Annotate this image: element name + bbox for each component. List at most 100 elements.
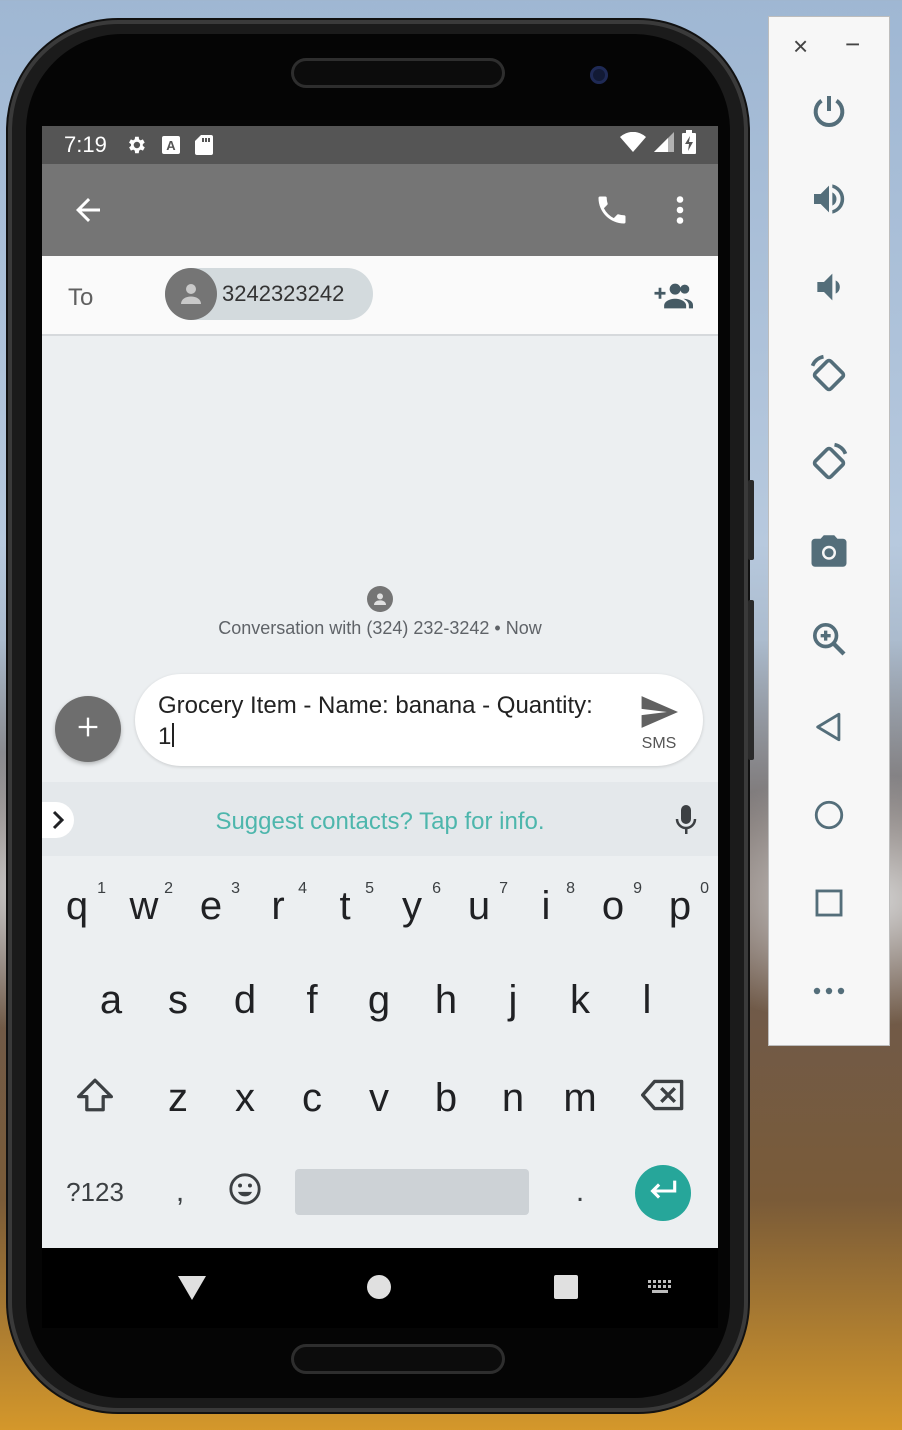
key-x[interactable]: x [212,1058,278,1138]
minimize-icon[interactable]: − [845,31,860,57]
nav-back-triangle-icon[interactable] [176,1274,208,1307]
key-j[interactable]: j [480,960,546,1040]
camera-icon[interactable] [805,527,853,575]
enter-key[interactable] [635,1165,691,1221]
key-hint: 6 [432,880,441,897]
key-k[interactable]: k [547,960,613,1040]
svg-text:A: A [166,138,176,153]
key-z[interactable]: z [145,1058,211,1138]
battery-charging-icon [682,130,696,160]
message-text[interactable]: Grocery Item - Name: banana - Quantity: … [158,690,628,752]
key-f[interactable]: f [279,960,345,1040]
keyboard-icon[interactable] [646,1278,674,1301]
text-cursor [172,723,175,747]
suggest-contacts-text[interactable]: Suggest contacts? Tap for info. [42,808,718,836]
status-time: 7:19 [64,132,107,157]
key-u[interactable]: u7 [446,866,512,946]
key-r[interactable]: r4 [245,866,311,946]
send-label: SMS [641,735,677,752]
key-hint: 0 [700,880,709,897]
key-y[interactable]: y6 [379,866,445,946]
key-hint: 2 [164,880,173,897]
conversation-info-text: Conversation with (324) 232-3242 • Now [218,618,542,638]
key-v[interactable]: v [346,1058,412,1138]
space-bar[interactable] [295,1169,529,1215]
key-m[interactable]: m [547,1058,613,1138]
key-hint: 7 [499,880,508,897]
key-label: e [199,883,223,928]
key-label: w [129,883,159,928]
message-input[interactable]: Grocery Item - Name: banana - Quantity: … [135,674,703,766]
key-h[interactable]: h [413,960,479,1040]
arrow-back-icon[interactable] [70,192,106,233]
signal-icon [654,132,674,158]
more-vert-icon[interactable] [670,192,690,233]
key-label: r [271,883,285,928]
key-s[interactable]: s [145,960,211,1040]
key-e[interactable]: e3 [178,866,244,946]
more-icon[interactable] [805,967,853,1015]
status-bar: 7:19 A [42,126,718,164]
key-n[interactable]: n [480,1058,546,1138]
rotate-left-icon[interactable] [805,351,853,399]
key-p[interactable]: p0 [647,866,713,946]
shift-key[interactable] [62,1058,128,1138]
volume-up-icon[interactable] [805,175,853,223]
key-i[interactable]: i8 [513,866,579,946]
volume-down-icon[interactable] [805,263,853,311]
key-label: q [65,883,89,928]
soft-keyboard: q1 w2 e3 r4 t5 y6 u7 i8 o9 p0 a s d f g … [42,856,718,1248]
key-t[interactable]: t5 [312,866,378,946]
recipient-row: To 3242323242 [42,256,718,336]
font-a-icon: A [161,135,181,155]
key-label: u [467,883,491,928]
close-icon[interactable]: × [793,33,808,59]
power-icon[interactable] [805,87,853,135]
period-key[interactable]: . [560,1152,600,1232]
key-d[interactable]: d [212,960,278,1040]
key-b[interactable]: b [413,1058,479,1138]
rotate-right-icon[interactable] [805,439,853,487]
key-w[interactable]: w2 [111,866,177,946]
zoom-icon[interactable] [805,615,853,663]
nav-home-circle-icon[interactable] [366,1274,392,1305]
wifi-icon [620,131,646,158]
key-hint: 9 [633,880,642,897]
send-icon [640,696,678,732]
key-a[interactable]: a [78,960,144,1040]
conversation-avatar-icon [367,586,393,612]
key-o[interactable]: o9 [580,866,646,946]
nav-recents-square-icon[interactable] [553,1274,579,1305]
emulator-toolbar: × − [768,16,890,1046]
mic-icon[interactable] [674,804,698,841]
key-label: i [541,883,551,928]
attach-button[interactable] [55,696,121,762]
key-q[interactable]: q1 [44,866,110,946]
overview-icon[interactable] [805,879,853,927]
home-icon[interactable] [805,791,853,839]
key-hint: 1 [97,880,106,897]
symbols-key[interactable]: ?123 [52,1152,138,1232]
backspace-key[interactable] [630,1058,696,1138]
key-label: p [668,883,692,928]
phone-screen: 7:19 A To 3242323242 Conversation with (… [42,126,718,1248]
recipient-chip[interactable]: 3242323242 [165,268,373,320]
key-hint: 4 [298,880,307,897]
key-g[interactable]: g [346,960,412,1040]
key-c[interactable]: c [279,1058,345,1138]
emoji-key[interactable] [212,1152,278,1232]
message-line-2: 1 [158,723,172,750]
bottom-speaker [291,1344,505,1374]
key-hint: 8 [566,880,575,897]
phone-icon[interactable] [594,192,630,233]
toolbar-window-controls: × − [769,17,889,77]
add-people-icon[interactable] [649,280,693,317]
send-sms-button[interactable]: SMS [629,696,689,756]
back-icon[interactable] [805,703,853,751]
key-hint: 3 [231,880,240,897]
key-l[interactable]: l [614,960,680,1040]
key-label: t [339,883,351,928]
suggestion-strip: Suggest contacts? Tap for info. [42,782,718,856]
comma-key[interactable]: , [160,1152,200,1232]
conversation-info: Conversation with (324) 232-3242 • Now [42,586,718,639]
